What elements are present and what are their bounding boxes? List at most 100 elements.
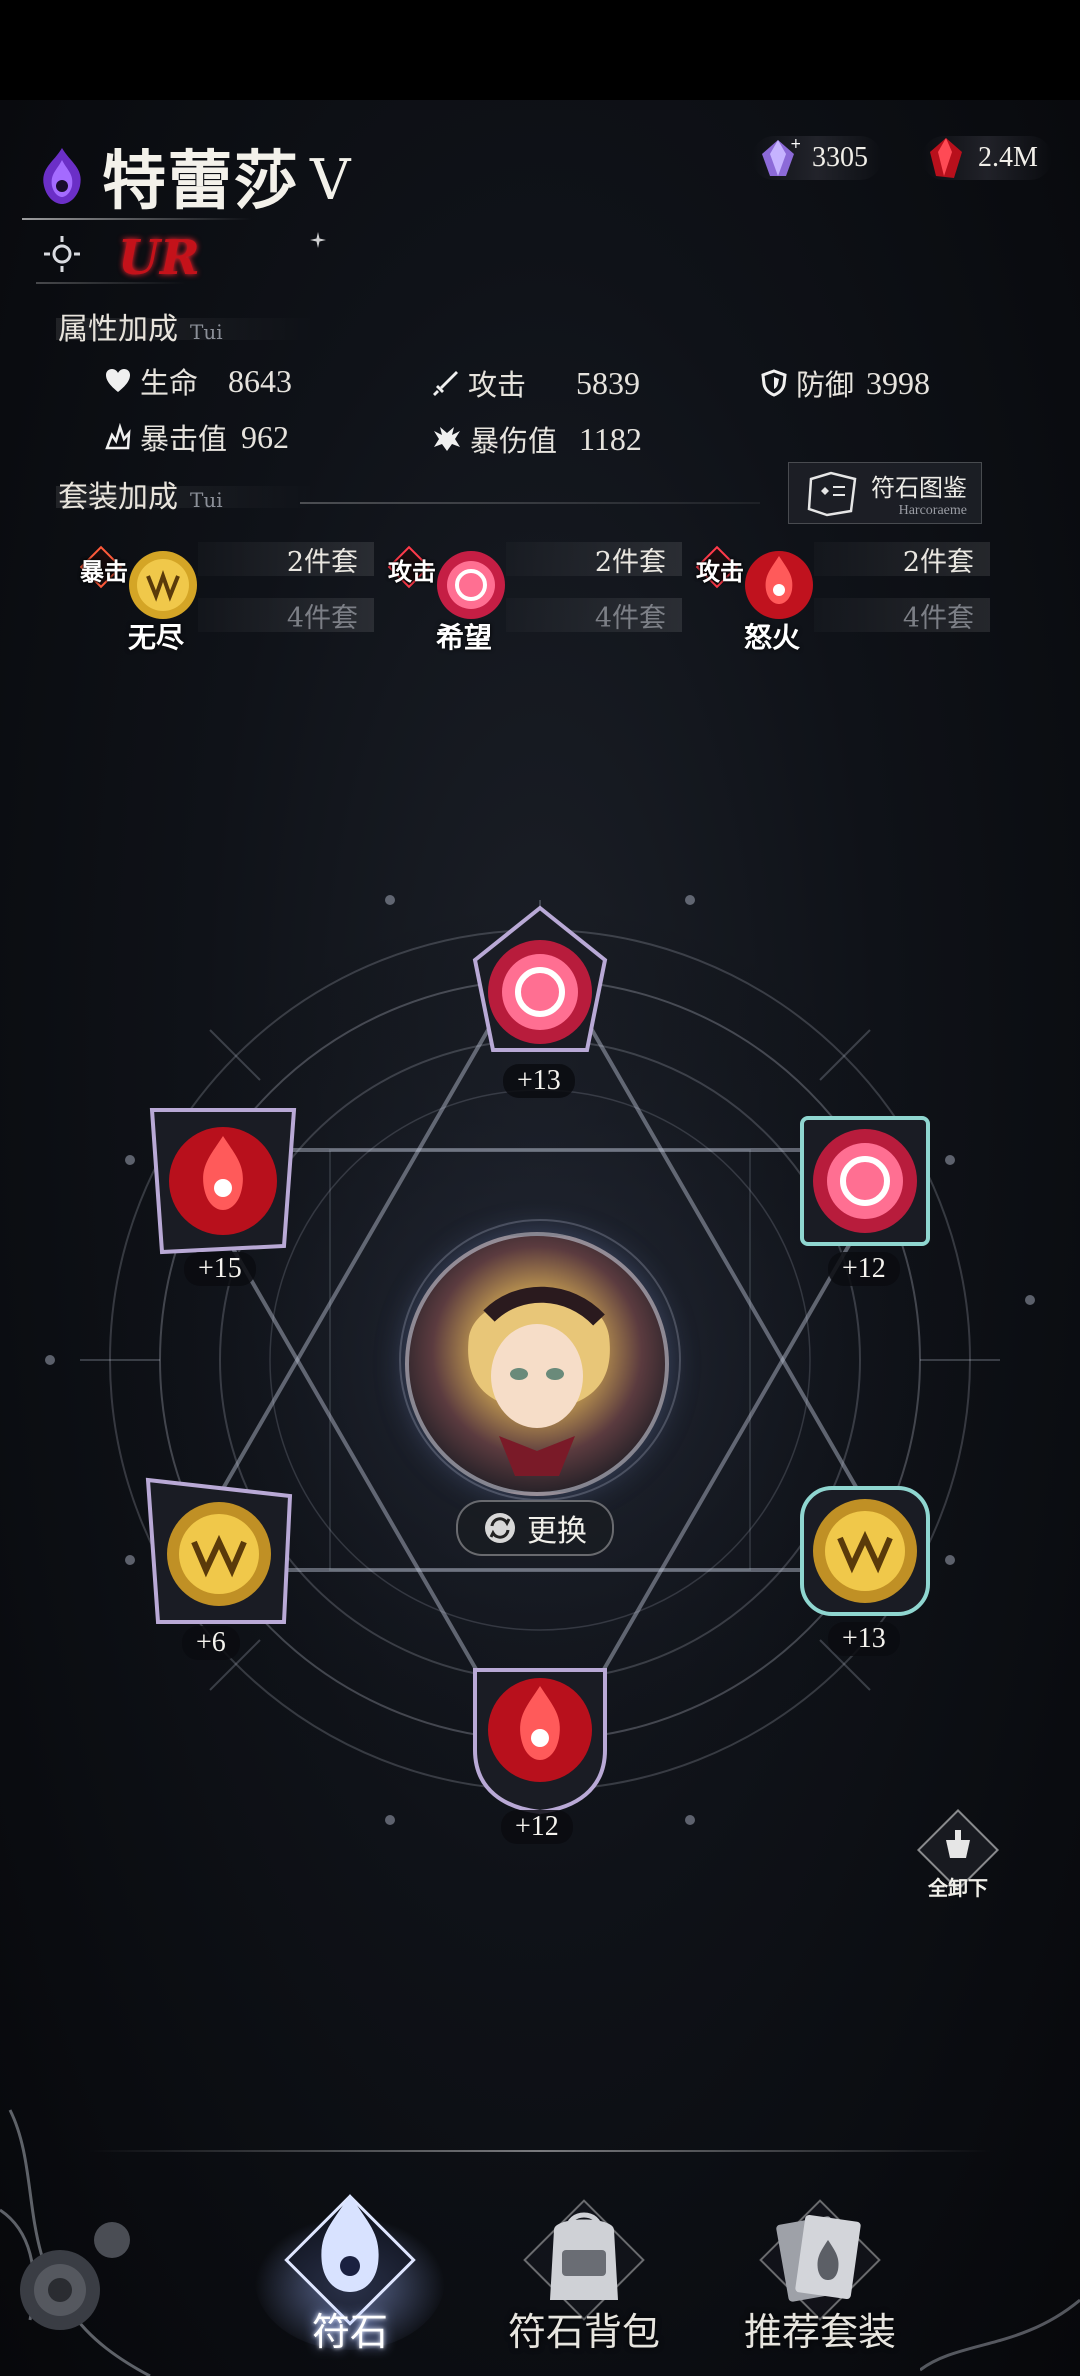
set-four-piece-label: 4件套: [286, 602, 358, 634]
nav-rune-bag[interactable]: 符石背包: [474, 2170, 694, 2370]
svg-text:+: +: [790, 136, 800, 152]
set-four-piece-label: 4件套: [594, 602, 666, 634]
heart-icon: [106, 369, 130, 392]
rune-slot-top[interactable]: +13: [455, 900, 625, 1100]
sparkle-icon: [310, 232, 326, 248]
rune-slot-lower-left[interactable]: +6: [134, 1466, 304, 1666]
purple-flame-emblem-icon: [43, 148, 81, 204]
character-title: 特蕾莎 V: [30, 130, 350, 222]
slot-level: +13: [503, 1064, 575, 1098]
set-endless[interactable]: 暴击 2件套 4件套 无尽: [78, 538, 374, 654]
slot-level: +6: [182, 1626, 240, 1660]
set-name: 无尽: [128, 621, 185, 654]
title-divider: [22, 218, 252, 220]
shield-icon: [761, 369, 787, 397]
set-tag: 暴击: [80, 557, 128, 586]
attributes-title: 属性加成: [58, 312, 178, 347]
stat-label: 防御: [796, 368, 855, 402]
set-two-piece: 2件套: [198, 542, 374, 578]
rose-decoration: [0, 2109, 151, 2376]
ruby-value: 2.4M: [978, 142, 1038, 173]
rune-slot-lower-right[interactable]: +13: [780, 1466, 950, 1666]
nav-label: 推荐套装: [743, 2310, 896, 2354]
stat-label: 生命: [140, 366, 199, 400]
stat-label: 暴击值: [140, 422, 228, 456]
rarity-divider: [36, 282, 186, 284]
stat-value: 5839: [576, 364, 641, 401]
set-fury[interactable]: 攻击 2件套 4件套 怒火: [694, 538, 990, 654]
set-four-piece: 4件套: [198, 598, 374, 634]
red-gem-icon: [930, 138, 962, 178]
fury-rune-icon: [149, 1108, 297, 1255]
crit-icon: [105, 423, 131, 450]
endless-rune-icon: [145, 1477, 293, 1624]
stat-value: 962: [241, 418, 290, 455]
purple-crystal-icon: +: [762, 136, 800, 176]
character-name: 特蕾莎: [102, 144, 300, 219]
set-four-piece-label: 4件套: [902, 602, 974, 634]
endless-rune-icon: [800, 1486, 930, 1616]
unequip-all-label: 全卸下: [928, 1876, 988, 1900]
attributes-subtitle: Tui: [190, 320, 223, 344]
bottom-nav-divider: [88, 2150, 992, 2152]
rune-codex-button[interactable]: 符石图鉴 Harcoraeme: [788, 462, 982, 524]
stat-defense: 防御 3998: [760, 362, 930, 404]
swap-icon: [485, 1513, 515, 1543]
slot-level: +15: [184, 1252, 256, 1286]
set-bonus-subtitle: Tui: [190, 488, 223, 512]
rune-slot-upper-left[interactable]: +15: [138, 1096, 308, 1296]
set-hope[interactable]: 攻击 2件套 4件套 希望: [386, 538, 682, 654]
thorn-decoration: [920, 2298, 1080, 2372]
stat-crit: 暴击值 962: [104, 416, 289, 458]
stat-value: 8643: [228, 362, 293, 399]
stat-label: 攻击: [468, 368, 527, 402]
character-portrait[interactable]: [405, 1232, 669, 1496]
nav-recommended-sets[interactable]: 推荐套装: [710, 2170, 930, 2370]
element-sun-icon: [44, 236, 80, 272]
set-four-piece: 4件套: [814, 598, 990, 634]
attributes-header: 属性加成 Tui: [58, 304, 223, 348]
swap-character-button[interactable]: 更换: [456, 1500, 614, 1556]
slot-level: +12: [501, 1810, 573, 1844]
set-two-piece-label: 2件套: [594, 546, 666, 578]
status-bar: [0, 0, 1080, 100]
stat-value: 1182: [579, 420, 642, 457]
book-icon: [807, 471, 857, 517]
nav-runes[interactable]: 符石: [240, 2170, 460, 2370]
rune-slot-bottom[interactable]: +12: [455, 1650, 625, 1850]
rune-slot-upper-right[interactable]: +12: [780, 1096, 950, 1296]
slot-level: +12: [828, 1252, 900, 1286]
set-bonus-title: 套装加成: [58, 480, 178, 515]
set-name: 怒火: [744, 621, 801, 654]
stat-crit-damage: 暴伤值 1182: [432, 418, 642, 460]
fury-rune-icon: [473, 1668, 607, 1815]
set-tag: 攻击: [388, 557, 436, 586]
sword-icon: [433, 371, 458, 396]
codex-label: 符石图鉴: [871, 473, 967, 502]
set-four-piece: 4件套: [506, 598, 682, 634]
nav-label: 符石: [311, 2310, 388, 2354]
set-two-piece-label: 2件套: [902, 546, 974, 578]
crit-damage-icon: [434, 427, 460, 451]
crystal-currency[interactable]: + 3305: [752, 136, 882, 180]
character-face: [468, 1286, 610, 1476]
slot-level: +13: [828, 1622, 900, 1656]
set-bonus-header: 套装加成 Tui: [58, 472, 223, 516]
set-tag: 攻击: [696, 557, 744, 586]
codex-sublabel: Harcoraeme: [898, 502, 967, 518]
set-two-piece: 2件套: [506, 542, 682, 578]
set-two-piece: 2件套: [814, 542, 990, 578]
set-two-piece-label: 2件套: [286, 546, 358, 578]
hope-rune-icon: [472, 905, 608, 1052]
stat-label: 暴伤值: [470, 424, 558, 458]
stat-attack: 攻击 5839: [432, 362, 640, 404]
stat-hp: 生命 8643: [104, 360, 292, 402]
set-bonus-divider: [300, 502, 760, 504]
character-rank: V: [310, 147, 351, 213]
hope-rune-icon: [800, 1116, 930, 1246]
nav-label: 符石背包: [507, 2310, 660, 2354]
rarity-badge: UR: [118, 230, 200, 286]
set-name: 希望: [436, 621, 493, 654]
ruby-currency[interactable]: 2.4M: [922, 136, 1052, 180]
crystal-value: 3305: [812, 142, 868, 173]
